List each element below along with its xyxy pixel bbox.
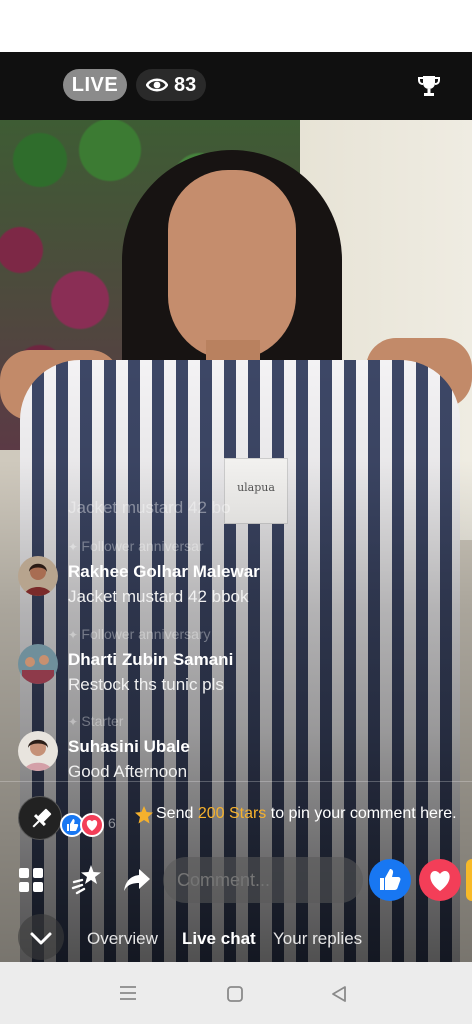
tab-your-replies[interactable]: Your replies bbox=[273, 929, 362, 949]
reaction-count: 6 bbox=[108, 815, 116, 831]
avatar[interactable] bbox=[18, 644, 58, 684]
nav-back-icon[interactable] bbox=[330, 985, 348, 1003]
live-badge: LIVE bbox=[63, 69, 127, 101]
stars-amount[interactable]: 200 Stars bbox=[198, 805, 266, 822]
love-button[interactable] bbox=[419, 859, 461, 901]
fading-comment: Jacket mustard 42 bo bbox=[68, 498, 231, 517]
recent-apps-icon[interactable] bbox=[118, 985, 138, 1001]
tab-live-chat[interactable]: Live chat bbox=[182, 929, 256, 949]
heart-reaction-icon bbox=[80, 813, 104, 837]
comment-author[interactable]: Suhasini Ubale bbox=[68, 737, 190, 757]
presenter-face bbox=[168, 170, 296, 360]
trophy-icon[interactable] bbox=[418, 74, 440, 98]
effects-star-icon[interactable] bbox=[70, 862, 104, 896]
grid-menu-icon[interactable] bbox=[18, 867, 44, 893]
stars-pin-message[interactable]: Send 200 Stars to pin your comment here. bbox=[156, 805, 457, 823]
comment-badge: ✦ Starter bbox=[68, 713, 124, 729]
comment-item[interactable]: ✦ Starter Suhasini Ubale Good Afternoon bbox=[18, 701, 398, 781]
comment-badge: ✦ Follower anniversar bbox=[68, 538, 204, 554]
comment-input[interactable] bbox=[163, 857, 363, 903]
reaction-summary[interactable]: 6 bbox=[60, 813, 120, 837]
comment-item[interactable]: ✦ Follower anniversary Dharti Zubin Sama… bbox=[18, 614, 398, 694]
avatar[interactable] bbox=[18, 731, 58, 771]
comment-author[interactable]: Rakhee Golhar Malewar bbox=[68, 562, 260, 582]
collapse-button[interactable] bbox=[18, 914, 64, 960]
comment-author[interactable]: Dharti Zubin Samani bbox=[68, 650, 233, 670]
like-button[interactable] bbox=[369, 859, 411, 901]
status-bar-area bbox=[0, 0, 472, 52]
home-icon[interactable] bbox=[226, 985, 244, 1003]
more-reactions-edge[interactable] bbox=[466, 859, 472, 901]
avatar[interactable] bbox=[18, 556, 58, 596]
comment-badge: ✦ Follower anniversary bbox=[68, 626, 211, 642]
comment-text: Restock ths tunic pls bbox=[68, 675, 224, 694]
comment-text: Good Afternoon bbox=[68, 762, 188, 781]
comment-text: Jacket mustard 42 bbok bbox=[68, 587, 249, 606]
stars-icon bbox=[134, 805, 154, 825]
back-arrow-icon[interactable] bbox=[20, 16, 54, 46]
eye-icon bbox=[145, 77, 169, 93]
tab-overview[interactable]: Overview bbox=[87, 929, 158, 949]
comment-item[interactable]: ✦ Follower anniversar Rakhee Golhar Male… bbox=[18, 526, 398, 606]
share-icon[interactable] bbox=[122, 865, 152, 895]
pin-comment-button[interactable] bbox=[18, 796, 62, 840]
divider bbox=[0, 781, 472, 782]
